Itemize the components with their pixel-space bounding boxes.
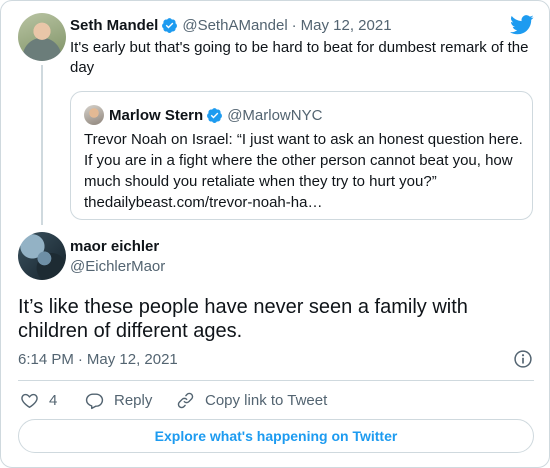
heart-icon (21, 393, 38, 408)
avatar[interactable] (18, 13, 66, 61)
tweet-timestamp[interactable]: 6:14 PM · May 12, 2021 (18, 349, 178, 369)
copy-link-label: Copy link to Tweet (205, 391, 328, 409)
quoted-tweet-text: Trevor Noah on Israel: “I just want to a… (84, 129, 524, 213)
avatar (84, 105, 104, 125)
quoted-tweet-link[interactable]: thedailybeast.com/trevor-noah-ha… (84, 194, 322, 211)
parent-tweet-header: Seth Mandel @SethAMandel · May 12, 2021 (70, 15, 392, 35)
link-icon (177, 392, 194, 408)
avatar[interactable] (18, 232, 66, 280)
like-count: 4 (49, 391, 58, 409)
author-name[interactable]: Seth Mandel (70, 17, 158, 34)
tweet-date: May 12, 2021 (86, 350, 178, 368)
like-button[interactable]: 4 (20, 389, 57, 411)
explore-twitter-button[interactable]: Explore what's happening on Twitter (18, 419, 534, 453)
author-handle[interactable]: @SethAMandel (182, 17, 287, 34)
quoted-tweet-header: Marlow Stern @MarlowNYC (109, 104, 322, 126)
separator-dot: · (291, 16, 297, 34)
tweet-text: It’s like these people have never seen a… (18, 296, 468, 342)
twitter-bird-icon[interactable] (510, 15, 534, 35)
quoted-tweet-body: Trevor Noah on Israel: “I just want to a… (84, 131, 523, 190)
tweet-date[interactable]: May 12, 2021 (301, 17, 392, 34)
author-handle[interactable]: @EichlerMaor (70, 258, 165, 276)
reply-button[interactable]: Reply (85, 389, 152, 411)
separator-dot: · (77, 350, 83, 368)
embedded-tweet-card: Seth Mandel @SethAMandel · May 12, 2021 … (0, 0, 550, 468)
thread-connector-line (41, 65, 43, 225)
tweet-time: 6:14 PM (18, 350, 74, 368)
copy-link-button[interactable]: Copy link to Tweet (176, 389, 327, 411)
verified-badge-icon (161, 17, 178, 34)
divider (18, 380, 534, 381)
author-name[interactable]: maor eichler (70, 238, 159, 256)
verified-badge-icon (206, 107, 223, 124)
quoted-author-handle: @MarlowNYC (227, 106, 323, 124)
reply-icon (85, 392, 104, 409)
reply-label: Reply (114, 391, 153, 409)
quoted-author-name: Marlow Stern (109, 106, 204, 124)
explore-label: Explore what's happening on Twitter (154, 428, 398, 444)
parent-tweet-text: It's early but that's going to be hard t… (70, 39, 529, 76)
quoted-tweet[interactable]: Marlow Stern @MarlowNYC Trevor Noah on I… (70, 91, 533, 220)
info-icon[interactable] (513, 349, 533, 369)
